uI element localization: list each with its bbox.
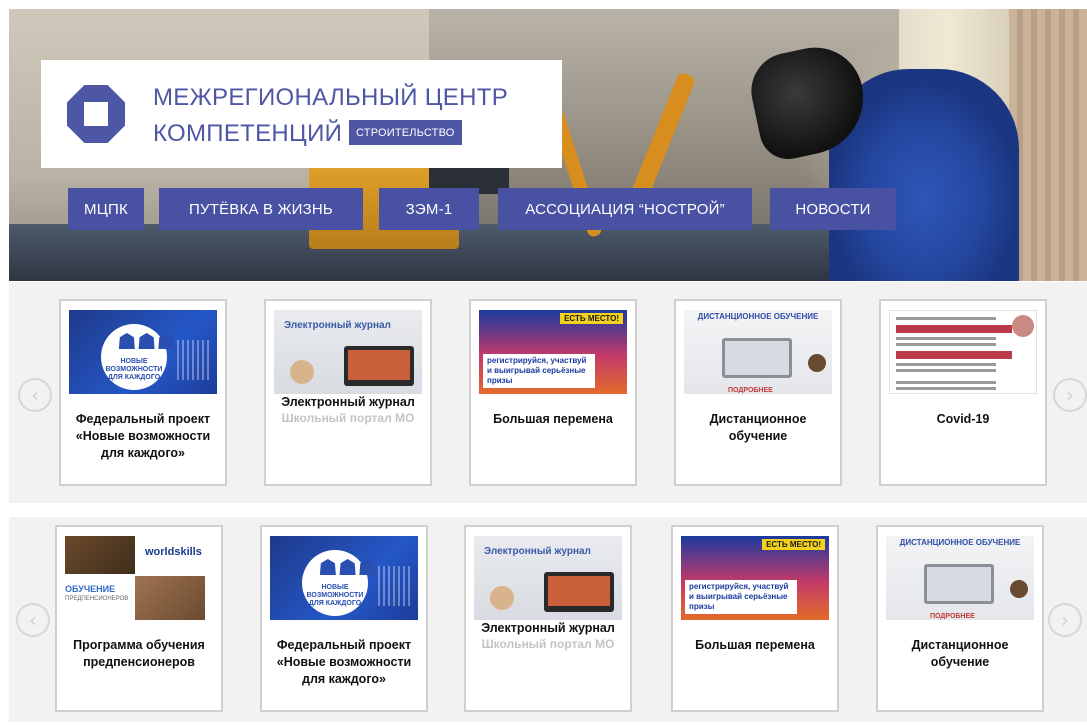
hero-bench (9, 224, 909, 281)
card-title: Дистанционное обучение (911, 638, 1009, 669)
card-thumbnail: ЕСТЬ МЕСТО! регистрируйся, участвуй и вы… (479, 310, 627, 394)
card-thumbnail: Электронный журнал (274, 310, 422, 394)
nav-news[interactable]: НОВОСТИ (770, 188, 896, 230)
thumb-text-line (896, 363, 996, 366)
nav-nostroy[interactable]: АССОЦИАЦИЯ “НОСТРОЙ” (498, 188, 752, 230)
hero-banner: МЕЖРЕГИОНАЛЬНЫЙ ЦЕНТР КОМПЕТЕНЦИЙ СТРОИТ… (9, 9, 1087, 281)
thumb-red-row (896, 325, 1012, 333)
thumb-bars (378, 566, 412, 606)
thumb-subcaption: ПРЕДПЕНСИОНЕРОВ (65, 596, 129, 602)
thumb-caption: НОВЫЕ ВОЗМОЖНОСТИ ДЛЯ КАЖДОГО (306, 584, 364, 607)
thumb-photo (65, 536, 135, 574)
card-thumbnail: ДИСТАНЦИОННОЕ ОБУЧЕНИЕ ПОДРОБНЕЕ (886, 536, 1034, 620)
card-e-journal[interactable]: Электронный журнал Электронный журнал Шк… (464, 525, 632, 712)
card-subtitle: Школьный портал МО (281, 411, 415, 425)
thumb-tag: ЕСТЬ МЕСТО! (560, 313, 623, 324)
thumb-text-line (896, 369, 996, 372)
nav-zem1[interactable]: ЗЭМ-1 (379, 188, 479, 230)
card-thumbnail: ☗☗☗ НОВЫЕ ВОЗМОЖНОСТИ ДЛЯ КАЖДОГО (270, 536, 418, 620)
carousel-bottom: ‹ › worldskills ОБУЧЕНИЕ ПРЕДПЕНСИОНЕРОВ… (9, 517, 1087, 722)
cup-icon (1010, 580, 1028, 598)
cup-icon (808, 354, 826, 372)
nav-putevka[interactable]: ПУТЁВКА В ЖИЗНЬ (159, 188, 363, 230)
thumb-text-line (896, 337, 996, 340)
thumb-caption: ДИСТАНЦИОННОЕ ОБУЧЕНИЕ (899, 538, 1021, 547)
thumb-tag: ЕСТЬ МЕСТО! (762, 539, 825, 550)
logo-title-line2: КОМПЕТЕНЦИЙ (153, 120, 343, 147)
card-title: Электронный журнал (281, 395, 415, 409)
thumb-caption: Электронный журнал (284, 320, 391, 331)
card-subtitle: Школьный портал МО (481, 637, 615, 651)
card-title: Большая перемена (695, 638, 815, 652)
logo-title-line1: МЕЖРЕГИОНАЛЬНЫЙ ЦЕНТР (153, 84, 509, 111)
chevron-left-icon[interactable]: ‹ (18, 378, 52, 412)
card-title: Covid-19 (936, 412, 990, 426)
thumb-text-line (896, 343, 996, 346)
thumb-text-line (896, 387, 996, 390)
virus-icon (1012, 315, 1034, 337)
thumb-bars (177, 340, 211, 380)
card-title: Большая перемена (493, 412, 613, 426)
card-title: Дистанционное обучение (709, 412, 807, 443)
site-logo[interactable]: МЕЖРЕГИОНАЛЬНЫЙ ЦЕНТР КОМПЕТЕНЦИЙ СТРОИТ… (41, 60, 562, 168)
card-thumbnail (889, 310, 1037, 394)
clock-icon (290, 360, 314, 384)
card-thumbnail: ДИСТАНЦИОННОЕ ОБУЧЕНИЕ ПОДРОБНЕЕ (684, 310, 832, 394)
thumb-caption: ДИСТАНЦИОННОЕ ОБУЧЕНИЕ (697, 312, 819, 321)
logo-octagon-icon (67, 85, 125, 143)
people-icon: ☗☗☗ (117, 330, 177, 355)
chevron-right-icon[interactable]: › (1053, 378, 1087, 412)
thumb-text-line (896, 317, 996, 320)
hero-curtain (1009, 9, 1087, 281)
thumb-more: ПОДРОБНЕЕ (930, 613, 975, 620)
card-e-journal[interactable]: Электронный журнал Электронный журнал Шк… (264, 299, 432, 486)
thumb-red-row (896, 351, 1012, 359)
card-fed-project[interactable]: ☗☗☗ НОВЫЕ ВОЗМОЖНОСТИ ДЛЯ КАЖДОГО Федера… (59, 299, 227, 486)
card-big-break[interactable]: ЕСТЬ МЕСТО! регистрируйся, участвуй и вы… (469, 299, 637, 486)
card-distance[interactable]: ДИСТАНЦИОННОЕ ОБУЧЕНИЕ ПОДРОБНЕЕ Дистанц… (876, 525, 1044, 712)
card-thumbnail: ЕСТЬ МЕСТО! регистрируйся, участвуй и вы… (681, 536, 829, 620)
card-title: Федеральный проект «Новые возможности дл… (75, 412, 211, 460)
card-pre-pension[interactable]: worldskills ОБУЧЕНИЕ ПРЕДПЕНСИОНЕРОВ Про… (55, 525, 223, 712)
card-covid[interactable]: Covid-19 (879, 299, 1047, 486)
card-title: Электронный журнал (481, 621, 615, 635)
card-thumbnail: Электронный журнал (474, 536, 622, 620)
thumb-photo (135, 576, 205, 620)
thumb-caption: Электронный журнал (484, 546, 591, 557)
chevron-right-icon[interactable]: › (1048, 603, 1082, 637)
card-big-break[interactable]: ЕСТЬ МЕСТО! регистрируйся, участвуй и вы… (671, 525, 839, 712)
laptop-screen (548, 576, 610, 606)
people-icon: ☗☗☗ (318, 556, 378, 581)
card-title: Федеральный проект «Новые возможности дл… (276, 638, 412, 686)
worldskills-logo: worldskills (145, 546, 202, 558)
logo-tag: СТРОИТЕЛЬСТВО (349, 120, 462, 145)
laptop-icon (924, 564, 994, 604)
card-distance[interactable]: ДИСТАНЦИОННОЕ ОБУЧЕНИЕ ПОДРОБНЕЕ Дистанц… (674, 299, 842, 486)
thumb-ribbon: регистрируйся, участвуй и выигрывай серь… (685, 580, 797, 614)
chevron-left-icon[interactable]: ‹ (16, 603, 50, 637)
card-title: Программа обучения предпенсионеров (73, 638, 205, 669)
carousel-top: ‹ › ☗☗☗ НОВЫЕ ВОЗМОЖНОСТИ ДЛЯ КАЖДОГО Фе… (9, 282, 1087, 503)
thumb-caption: НОВЫЕ ВОЗМОЖНОСТИ ДЛЯ КАЖДОГО (105, 358, 163, 381)
card-fed-project[interactable]: ☗☗☗ НОВЫЕ ВОЗМОЖНОСТИ ДЛЯ КАЖДОГО Федера… (260, 525, 428, 712)
clock-icon (490, 586, 514, 610)
thumb-ribbon: регистрируйся, участвуй и выигрывай серь… (483, 354, 595, 388)
nav-mcpk[interactable]: МЦПК (68, 188, 144, 230)
laptop-icon (722, 338, 792, 378)
thumb-more: ПОДРОБНЕЕ (728, 387, 773, 394)
card-thumbnail: ☗☗☗ НОВЫЕ ВОЗМОЖНОСТИ ДЛЯ КАЖДОГО (69, 310, 217, 394)
thumb-text-line (896, 381, 996, 384)
laptop-screen (348, 350, 410, 380)
thumb-caption: ОБУЧЕНИЕ (65, 584, 116, 594)
card-thumbnail: worldskills ОБУЧЕНИЕ ПРЕДПЕНСИОНЕРОВ (65, 536, 213, 620)
